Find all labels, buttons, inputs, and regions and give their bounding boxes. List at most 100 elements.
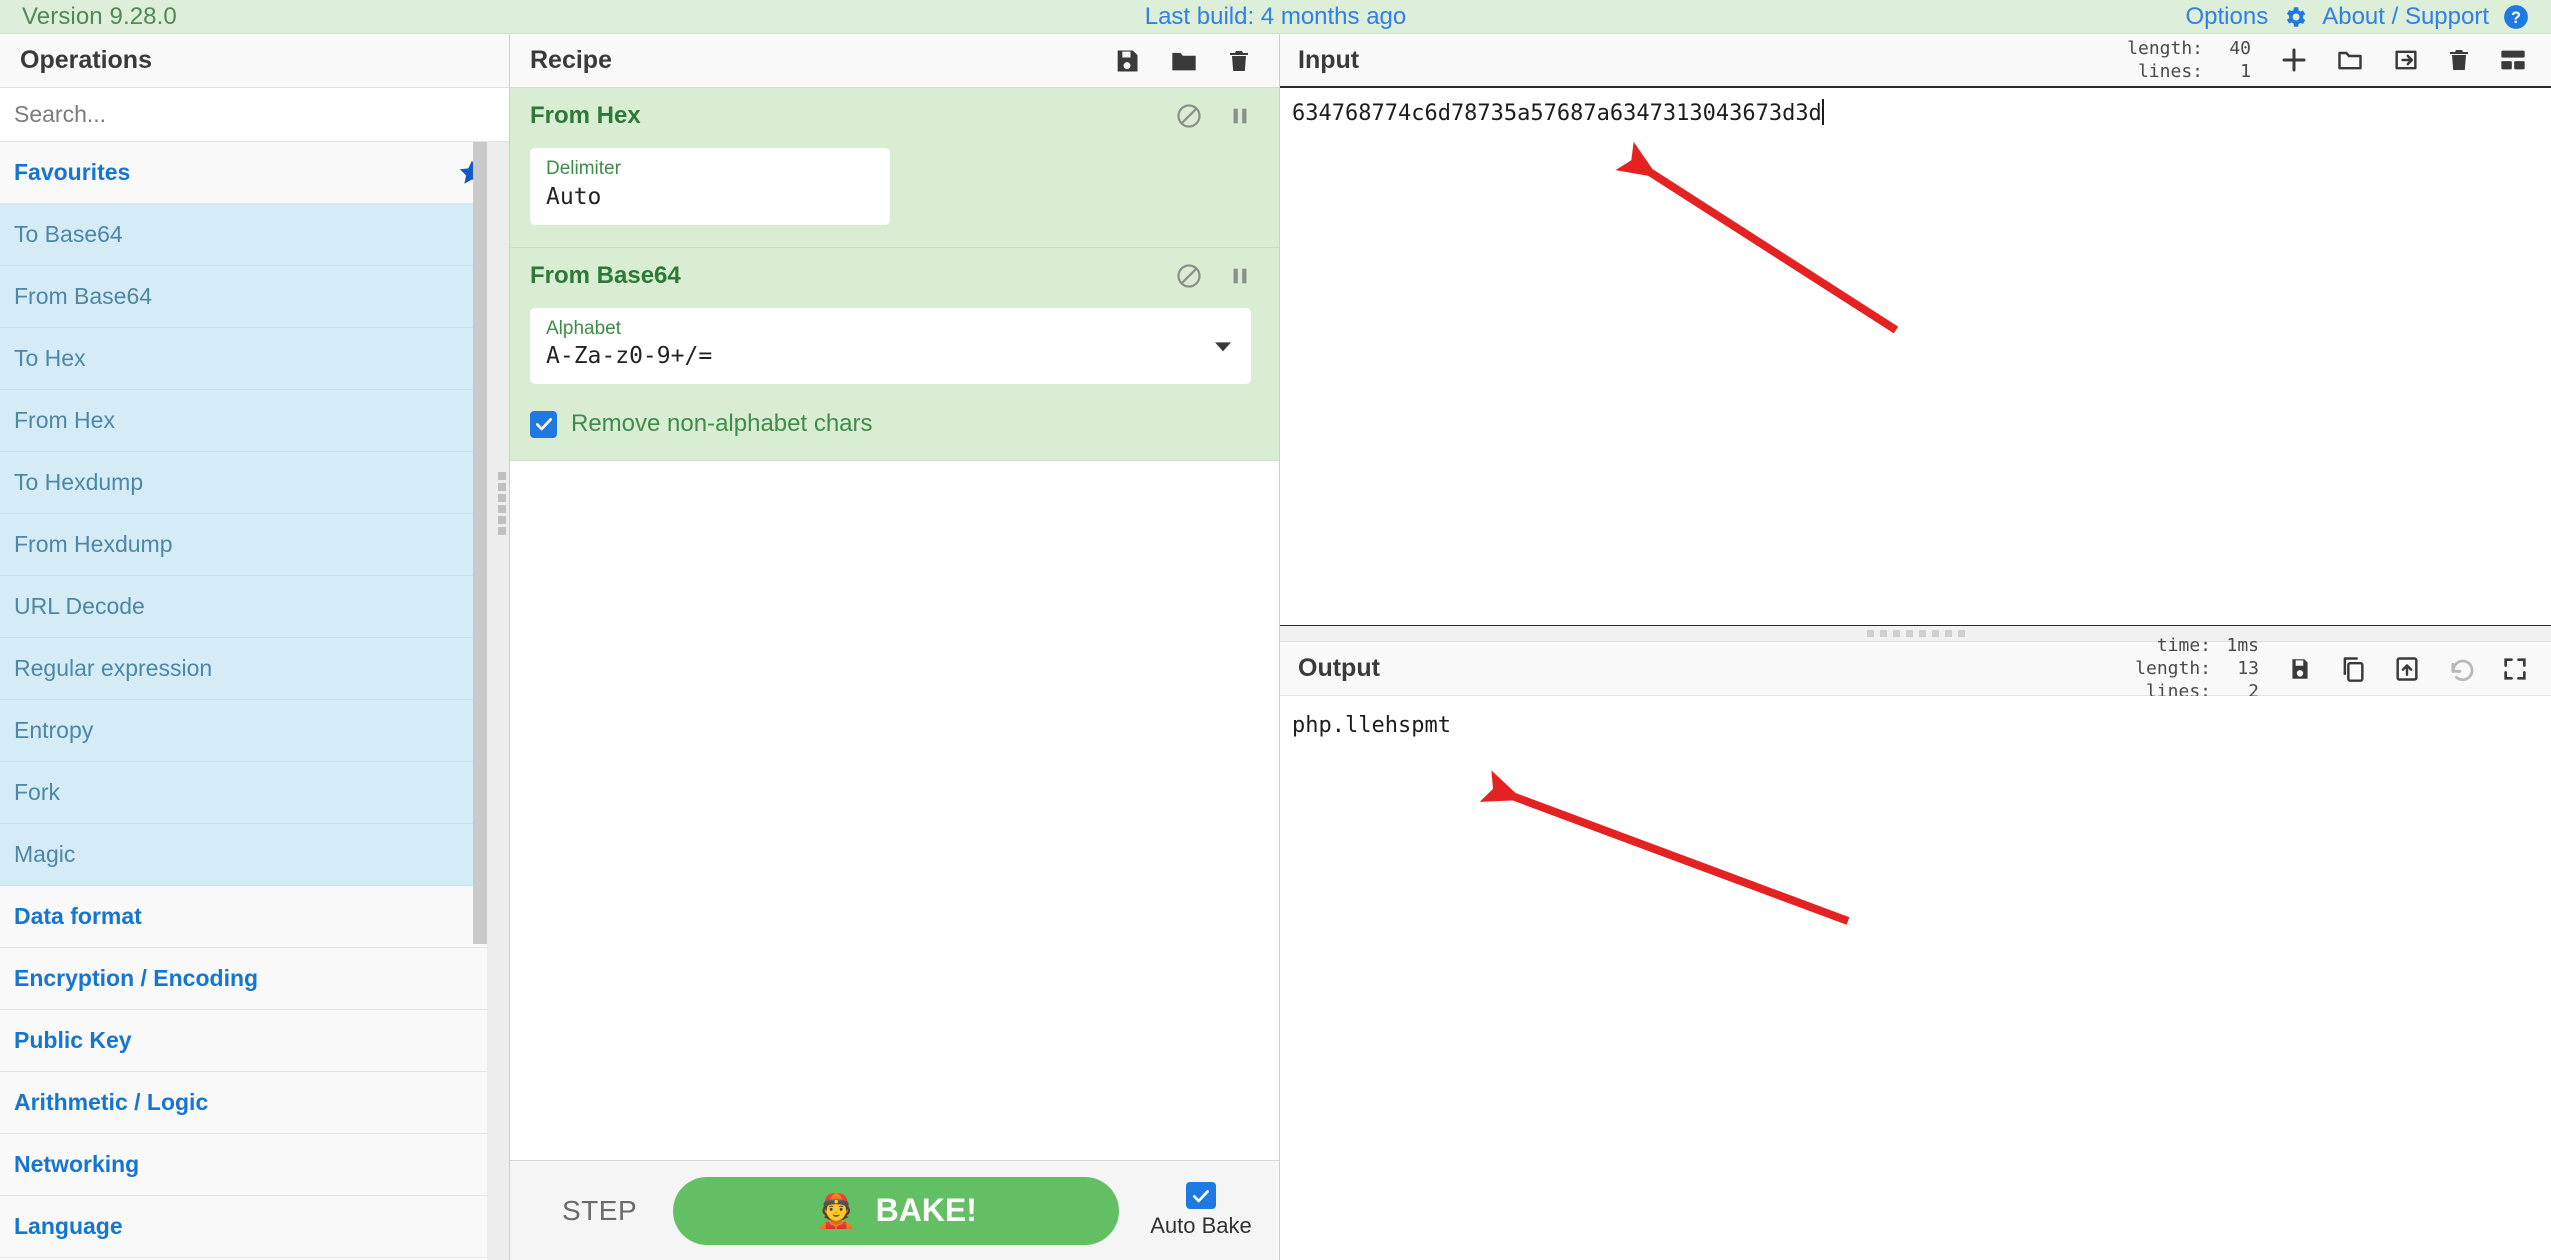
recipe-operations: From Hex Delimiter Auto From Base64 Alphabet…	[510, 88, 1279, 462]
input-title-bar: Input length: 40 lines: 1	[1280, 34, 2551, 88]
operation-item-label: URL Decode	[14, 593, 145, 619]
chef-icon: 👲	[815, 1191, 858, 1230]
banner-actions: Options About / Support ?	[2186, 3, 2530, 31]
gear-icon[interactable]	[2282, 4, 2308, 30]
operation-item-label: To Base64	[14, 221, 123, 247]
about-support-link[interactable]: About / Support	[2322, 3, 2489, 31]
clear-icon[interactable]	[2447, 46, 2471, 74]
operations-resize-grip[interactable]	[498, 472, 506, 535]
replace-input-icon[interactable]	[2393, 655, 2421, 683]
recipe-title-bar: Recipe	[510, 34, 1279, 88]
io-panel: Input length: 40 lines: 1 634768774c6d78…	[1280, 34, 2551, 1260]
output-actions	[2287, 655, 2529, 683]
disable-icon[interactable]	[1175, 262, 1203, 290]
argument-label: Alphabet	[546, 317, 622, 339]
meta-row: length: 40	[2127, 37, 2251, 60]
chevron-down-icon[interactable]	[1213, 339, 1233, 358]
save-icon[interactable]	[1113, 47, 1141, 75]
operation-item-label: To Hexdump	[14, 469, 144, 495]
argument-checkbox-row[interactable]: Remove non-alphabet chars	[530, 410, 1251, 438]
input-text[interactable]: 634768774c6d78735a57687a6347313043673d3d	[1292, 98, 1822, 130]
meta-value: 13	[2237, 657, 2259, 679]
operation-item[interactable]: From Base64	[0, 266, 509, 328]
save-output-icon[interactable]	[2287, 655, 2313, 683]
output-text: php.llehspmt	[1292, 713, 1451, 738]
operation-item-label: Magic	[14, 841, 76, 867]
auto-bake-control[interactable]: Auto Bake	[1141, 1182, 1261, 1239]
operation-item-label: Entropy	[14, 717, 94, 743]
open-folder-icon[interactable]	[2335, 46, 2365, 74]
breakpoint-pause-icon[interactable]	[1229, 103, 1251, 129]
output-title: Output	[1298, 654, 1380, 682]
meta-row: time: 1ms	[2135, 634, 2259, 657]
operation-category[interactable]: Data format	[0, 886, 509, 948]
input-meta: length: 40 lines: 1	[2127, 37, 2251, 83]
operation-category[interactable]: Language	[0, 1196, 509, 1258]
input-title: Input	[1298, 45, 1360, 74]
category-favourites-label: Favourites	[14, 159, 131, 185]
operations-scrollbar-track[interactable]	[473, 142, 509, 1260]
tabs-layout-icon[interactable]	[2497, 46, 2529, 74]
input-editor[interactable]: 634768774c6d78735a57687a6347313043673d3d	[1280, 88, 2551, 626]
meta-key: time:	[2156, 634, 2211, 656]
operation-item[interactable]: To Hex	[0, 328, 509, 390]
disable-icon[interactable]	[1175, 102, 1203, 130]
search-input[interactable]	[14, 101, 509, 128]
argument-value[interactable]: A-Za-z0-9+/=	[546, 341, 1235, 372]
operation-categories: Data format Encryption / Encoding Public K…	[0, 886, 509, 1258]
operation-item[interactable]: From Hexdump	[0, 514, 509, 576]
bake-button[interactable]: 👲 BAKE!	[673, 1176, 1119, 1245]
options-link[interactable]: Options	[2186, 3, 2269, 31]
undo-icon[interactable]	[2447, 655, 2475, 683]
operation-item[interactable]: To Base64	[0, 204, 509, 266]
argument-value[interactable]: Auto	[546, 182, 874, 213]
meta-row: lines: 1	[2127, 60, 2251, 83]
question-mark-icon[interactable]: ?	[2503, 4, 2529, 30]
copy-output-icon[interactable]	[2339, 655, 2367, 683]
operation-item[interactable]: From Hex	[0, 390, 509, 452]
breakpoint-pause-icon[interactable]	[1229, 263, 1251, 289]
output-editor[interactable]: php.llehspmt	[1280, 696, 2551, 1260]
category-favourites[interactable]: Favourites	[0, 142, 509, 204]
operation-item-label: Fork	[14, 779, 60, 805]
trash-icon[interactable]	[1227, 47, 1251, 75]
recipe-body[interactable]: From Hex Delimiter Auto From Base64 Alphabet…	[510, 88, 1279, 1160]
step-button[interactable]: STEP	[548, 1185, 651, 1237]
operation-category-label: Language	[14, 1213, 123, 1239]
operation-item[interactable]: Entropy	[0, 700, 509, 762]
open-input-icon[interactable]	[2391, 46, 2421, 74]
argument-checkbox[interactable]	[530, 410, 557, 438]
add-tab-icon[interactable]	[2279, 45, 2309, 75]
operation-category[interactable]: Networking	[0, 1134, 509, 1196]
recipe-operation-controls	[1175, 102, 1251, 130]
bake-button-label: BAKE!	[875, 1192, 977, 1228]
operations-scrollbar-thumb[interactable]	[473, 142, 487, 944]
io-splitter[interactable]	[1280, 626, 2551, 642]
operation-item[interactable]: Magic	[0, 824, 509, 886]
operation-item[interactable]: To Hexdump	[0, 452, 509, 514]
maximise-icon[interactable]	[2501, 655, 2529, 683]
operation-category-label: Encryption / Encoding	[14, 965, 259, 991]
argument-select[interactable]: Alphabet A-Za-z0-9+/=	[530, 307, 1251, 385]
operations-panel: Operations Favourites To Base64 From Base…	[0, 34, 510, 1260]
auto-bake-checkbox[interactable]	[1186, 1182, 1216, 1209]
meta-value: 1ms	[2226, 634, 2259, 656]
meta-value: 1	[2240, 61, 2251, 82]
favourite-operations: To Base64 From Base64 To Hex From Hex To Hex…	[0, 204, 509, 886]
recipe-operation-name: From Hex	[530, 102, 641, 129]
operation-item[interactable]: Regular expression	[0, 638, 509, 700]
operation-item-label: From Hexdump	[14, 531, 173, 557]
folder-icon[interactable]	[1169, 47, 1199, 75]
recipe-operation[interactable]: From Hex Delimiter Auto	[510, 88, 1279, 248]
operation-category[interactable]: Arithmetic / Logic	[0, 1072, 509, 1134]
recipe-operation[interactable]: From Base64 Alphabet A-Za-z0-9+/= Remove no…	[510, 247, 1279, 462]
operation-category[interactable]: Encryption / Encoding	[0, 948, 509, 1010]
meta-value: 40	[2229, 37, 2251, 59]
bake-controls: STEP 👲 BAKE! Auto Bake	[510, 1160, 1279, 1260]
operation-item[interactable]: Fork	[0, 762, 509, 824]
operation-item-label: To Hex	[14, 345, 86, 371]
operation-category-label: Data format	[14, 903, 142, 929]
operation-category[interactable]: Public Key	[0, 1010, 509, 1072]
argument-field[interactable]: Delimiter Auto	[530, 148, 890, 225]
operation-item[interactable]: URL Decode	[0, 576, 509, 638]
